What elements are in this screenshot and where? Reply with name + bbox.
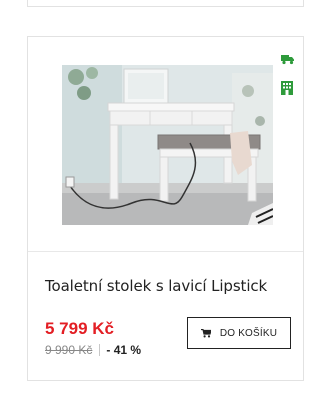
product-image[interactable] <box>62 65 273 225</box>
old-price: 9 990 Kč <box>45 343 93 357</box>
cart-icon <box>200 328 212 338</box>
card-divider <box>28 251 303 252</box>
store-icon <box>281 81 293 95</box>
price-separator <box>99 344 101 356</box>
product-price: 5 799 Kč <box>45 319 114 338</box>
add-to-cart-label: DO KOŠÍKU <box>219 327 278 339</box>
previous-product-card <box>27 0 304 7</box>
product-card[interactable]: Toaletní stolek s lavicí Lipstick 5 799 … <box>27 36 304 381</box>
product-title[interactable]: Toaletní stolek s lavicí Lipstick <box>45 277 295 295</box>
old-price-row: 9 990 Kč - 41 % <box>45 343 141 357</box>
discount-badge: - 41 % <box>106 343 142 357</box>
add-to-cart-button[interactable]: DO KOŠÍKU <box>187 317 291 349</box>
truck-icon <box>281 52 295 65</box>
